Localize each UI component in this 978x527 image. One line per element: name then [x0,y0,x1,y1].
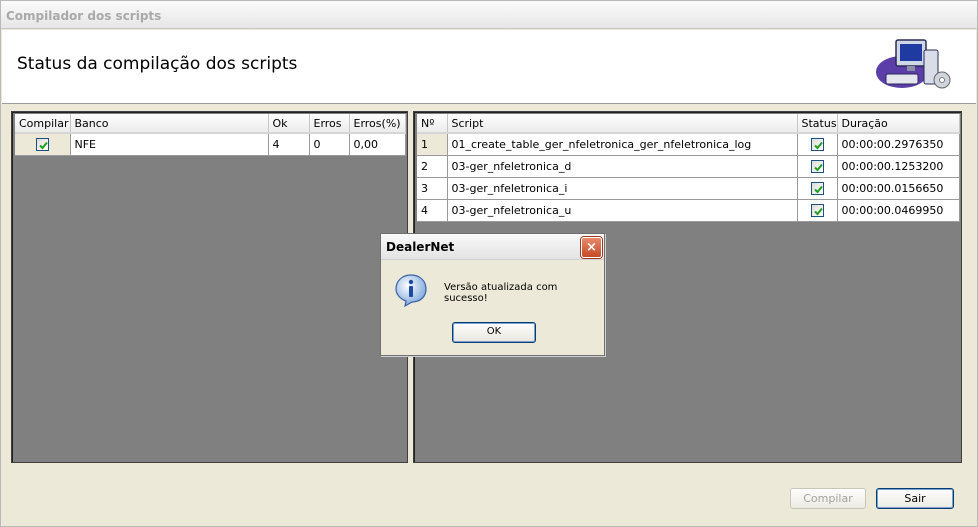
ok-button[interactable]: OK [452,322,536,343]
num-cell: 1 [417,133,448,156]
column-header-banco[interactable]: Banco [70,114,269,134]
num-cell: 4 [417,199,448,222]
script-cell: 01_create_table_ger_nfeletronica_ger_nfe… [447,133,798,156]
window-title: Compilador dos scripts [6,9,162,23]
num-cell: 2 [417,155,448,178]
status-checkbox[interactable] [810,159,824,173]
sair-button[interactable]: Sair [876,488,954,509]
column-header-erros-pct[interactable]: Erros(%) [349,114,406,134]
column-header-erros[interactable]: Erros [309,114,350,134]
banco-cell: NFE [70,133,269,156]
checkmark-icon [813,185,823,194]
compilar-cell[interactable] [15,133,71,156]
checkmark-icon [813,207,823,216]
status-cell [797,199,838,222]
checkmark-icon [39,141,48,150]
status-checkbox[interactable] [810,203,824,217]
column-header-status[interactable]: Status [797,114,838,134]
table-row[interactable]: 4 03-ger_nfeletronica_u 00:00:00.0469950 [417,199,960,222]
status-cell [797,133,838,156]
duracao-cell: 00:00:00.2976350 [837,133,960,156]
banco-table: Compilar Banco Ok Erros Erros(%) NFE 4 0… [15,114,406,156]
duracao-cell: 00:00:00.0469950 [837,199,960,222]
status-cell [797,155,838,178]
erros-cell: 0 [309,133,350,156]
info-icon [395,274,427,307]
checkmark-icon [813,141,823,150]
close-icon[interactable]: × [581,237,602,258]
duracao-cell: 00:00:00.1253200 [837,155,960,178]
status-cell [797,177,838,200]
table-header-row: Nº Script Status Duração [417,114,960,134]
script-cell: 03-ger_nfeletronica_i [447,177,798,200]
table-row[interactable]: 1 01_create_table_ger_nfeletronica_ger_n… [417,133,960,156]
dialog-title-bar[interactable]: DealerNet × [381,234,604,260]
header-banner: Status da compilação dos scripts [2,30,976,104]
status-checkbox[interactable] [810,181,824,195]
script-cell: 03-ger_nfeletronica_d [447,155,798,178]
computer-icon [876,39,951,89]
page-title: Status da compilação dos scripts [17,54,298,74]
column-header-compilar[interactable]: Compilar [15,114,71,134]
banco-grid[interactable]: Compilar Banco Ok Erros Erros(%) NFE 4 0… [11,111,408,463]
table-row[interactable]: 2 03-ger_nfeletronica_d 00:00:00.1253200 [417,155,960,178]
column-header-duracao[interactable]: Duração [837,114,960,134]
column-header-script[interactable]: Script [447,114,798,134]
script-table: Nº Script Status Duração 1 01_create_tab… [417,114,960,222]
status-checkbox[interactable] [810,138,824,151]
compilar-checkbox[interactable] [35,138,49,151]
title-bar[interactable]: Compilador dos scripts [1,1,977,29]
script-cell: 03-ger_nfeletronica_u [447,199,798,222]
table-row[interactable]: 3 03-ger_nfeletronica_i 00:00:00.0156650 [417,177,960,200]
main-window: Compilador dos scripts Status da compila… [0,0,978,527]
compilar-button[interactable]: Compilar [790,488,866,509]
num-cell: 3 [417,177,448,200]
table-header-row: Compilar Banco Ok Erros Erros(%) [15,114,406,134]
dialog-message: Versão atualizada com sucesso! [444,282,558,304]
message-dialog: DealerNet × Versão atualizada com sucess… [380,233,605,356]
dialog-title: DealerNet [386,240,455,254]
erros-pct-cell: 0,00 [349,133,406,156]
ok-cell: 4 [268,133,310,156]
dialog-body: Versão atualizada com sucesso! OK [382,261,603,355]
column-header-ok[interactable]: Ok [268,114,310,134]
duracao-cell: 00:00:00.0156650 [837,177,960,200]
checkmark-icon [813,163,823,172]
column-header-num[interactable]: Nº [417,114,448,134]
table-row[interactable]: NFE 4 0 0,00 [15,133,406,156]
